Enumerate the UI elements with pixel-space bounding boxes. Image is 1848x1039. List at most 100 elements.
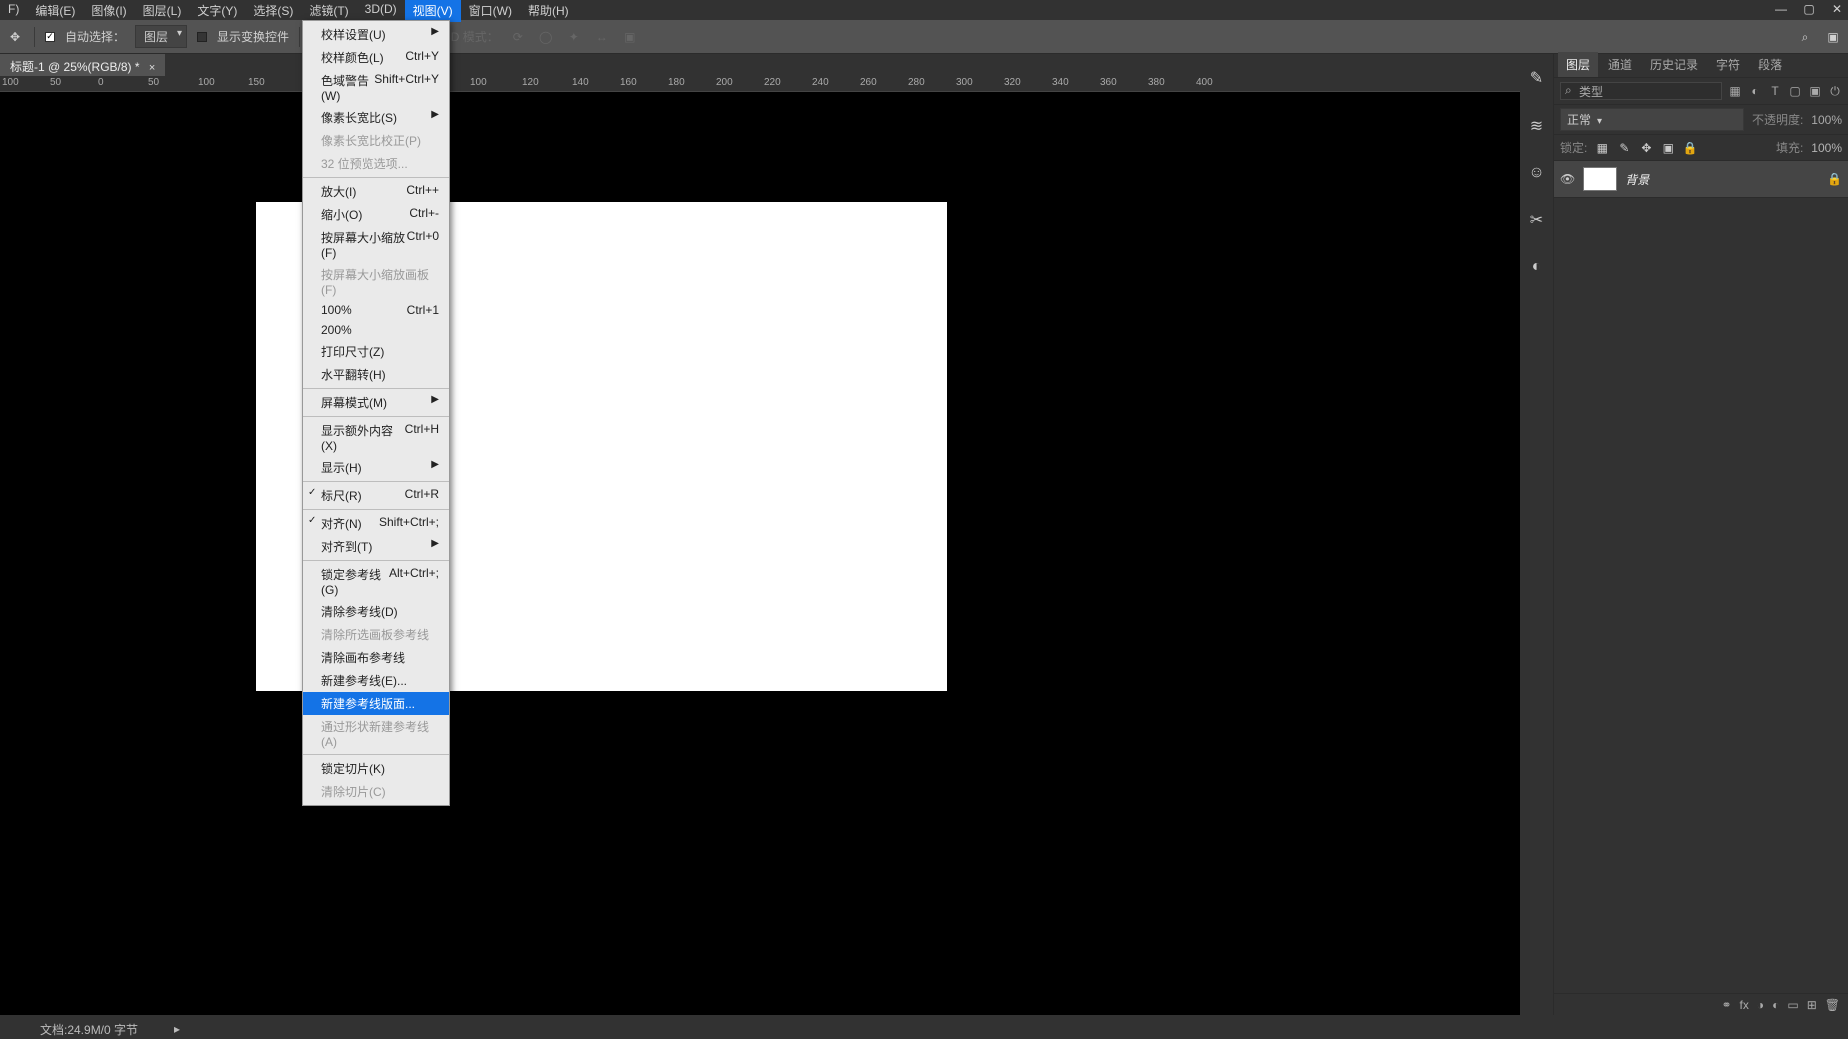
menu-item[interactable]: 色域警告(W)Shift+Ctrl+Y [303, 69, 449, 106]
menu-10[interactable]: 帮助(H) [520, 0, 577, 22]
panel-tab-4[interactable]: 段落 [1750, 52, 1790, 77]
menu-item[interactable]: 清除参考线(D) [303, 600, 449, 623]
ruler-tick: 180 [666, 77, 685, 88]
menu-item[interactable]: 打印尺寸(Z) [303, 340, 449, 363]
menu-1[interactable]: 编辑(E) [27, 0, 83, 22]
cloud-icon[interactable]: ◐ [1532, 258, 1542, 276]
ruler-horizontal: 1005005010015010012014016018020022024026… [0, 76, 1520, 92]
maximize-icon[interactable]: ▢ [1802, 2, 1816, 16]
menu-item[interactable]: 新建参考线版面... [303, 692, 449, 715]
fx-icon[interactable]: fx [1740, 998, 1749, 1012]
menu-item[interactable]: 对齐(N)✓Shift+Ctrl+; [303, 512, 449, 535]
menu-6[interactable]: 滤镜(T) [301, 0, 356, 22]
menu-item[interactable]: 100%Ctrl+1 [303, 300, 449, 320]
menu-7[interactable]: 3D(D) [357, 0, 405, 22]
filter-type-icon[interactable]: T [1768, 84, 1782, 98]
menu-item[interactable]: 校样颜色(L)Ctrl+Y [303, 46, 449, 69]
show-transform-checkbox[interactable] [197, 32, 207, 42]
ruler-tick: 360 [1098, 77, 1117, 88]
menu-3[interactable]: 图层(L) [135, 0, 190, 22]
visibility-icon[interactable]: 👁 [1560, 172, 1575, 186]
filter-pixel-icon[interactable]: ▦ [1728, 84, 1742, 98]
auto-select-checkbox[interactable]: ✓ [45, 32, 55, 42]
lock-all-icon[interactable]: 🔒 [1683, 141, 1697, 155]
menu-item[interactable]: 标尺(R)✓Ctrl+R [303, 484, 449, 507]
window-controls: — ▢ ✕ [1774, 2, 1844, 16]
roll-icon: ◯ [537, 28, 555, 46]
new-layer-icon[interactable]: ⊞ [1807, 998, 1817, 1012]
lock-pixels-icon[interactable]: ✎ [1617, 141, 1631, 155]
panel-tab-0[interactable]: 图层 [1558, 52, 1598, 77]
menu-item: 32 位预览选项... [303, 152, 449, 175]
menu-0[interactable]: F) [0, 0, 27, 22]
opacity-value[interactable]: 100% [1811, 113, 1842, 127]
libraries-icon[interactable]: ☺ [1528, 164, 1544, 182]
adjustment-icon[interactable]: ◐ [1772, 998, 1779, 1012]
panel-tab-1[interactable]: 通道 [1600, 52, 1640, 77]
ruler-tick: 140 [570, 77, 589, 88]
menu-item[interactable]: 新建参考线(E)... [303, 669, 449, 692]
menu-item[interactable]: 水平翻转(H) [303, 363, 449, 386]
menu-2[interactable]: 图像(I) [83, 0, 134, 22]
filter-toggle-icon[interactable]: ⏻ [1828, 84, 1842, 98]
ruler-tick: 380 [1146, 77, 1165, 88]
trash-icon[interactable]: 🗑 [1825, 998, 1840, 1012]
collapsed-panel-icons: ✎ ≋ ☺ ✂ ◐ [1520, 54, 1554, 1015]
menu-item[interactable]: 屏幕模式(M)▶ [303, 391, 449, 414]
mask-icon[interactable]: ◑ [1757, 998, 1764, 1012]
menu-9[interactable]: 窗口(W) [461, 0, 520, 22]
layer-thumbnail[interactable] [1583, 167, 1617, 191]
menu-item[interactable]: 显示额外内容(X)Ctrl+H [303, 419, 449, 456]
link-icon[interactable]: ⚭ [1721, 998, 1731, 1012]
menu-item[interactable]: 放大(I)Ctrl++ [303, 180, 449, 203]
group-icon[interactable]: ▭ [1787, 998, 1798, 1012]
filter-kind-dropdown[interactable]: 类型 [1560, 82, 1722, 100]
menu-item[interactable]: 显示(H)▶ [303, 456, 449, 479]
swatches-icon[interactable]: ≋ [1530, 116, 1543, 136]
menu-item[interactable]: 按屏幕大小缩放(F)Ctrl+0 [303, 226, 449, 263]
status-arrow-icon[interactable]: ▸ [174, 1022, 180, 1036]
menu-item[interactable]: 校样设置(U)▶ [303, 23, 449, 46]
menu-item[interactable]: 锁定切片(K) [303, 757, 449, 780]
menu-4[interactable]: 文字(Y) [189, 0, 245, 22]
filter-shape-icon[interactable]: ▢ [1788, 84, 1802, 98]
workspace-icon[interactable]: ▣ [1824, 28, 1842, 46]
lock-artboard-icon[interactable]: ▣ [1661, 141, 1675, 155]
filter-smart-icon[interactable]: ▣ [1808, 84, 1822, 98]
auto-select-dropdown[interactable]: 图层 [135, 25, 187, 48]
doc-tab[interactable]: 标题-1 @ 25%(RGB/8) * × [0, 54, 166, 76]
adjustments-icon[interactable]: ✂ [1530, 210, 1543, 230]
layer-item-background[interactable]: 👁 背景 🔒 [1554, 161, 1848, 198]
blend-mode-dropdown[interactable]: 正常 [1560, 108, 1744, 131]
panel-tab-2[interactable]: 历史记录 [1642, 52, 1706, 77]
move-tool-icon[interactable]: ✥ [6, 28, 24, 46]
orbit-icon: ⟳ [509, 28, 527, 46]
menu-5[interactable]: 选择(S) [245, 0, 301, 22]
close-tab-icon[interactable]: × [149, 62, 155, 74]
menu-8[interactable]: 视图(V) [405, 0, 461, 22]
status-info[interactable]: 文档:24.9M/0 字节 [40, 1021, 138, 1038]
menu-item[interactable]: 对齐到(T)▶ [303, 535, 449, 558]
panel-tabs: 图层通道历史记录字符段落 [1554, 54, 1848, 78]
menu-item[interactable]: 清除画布参考线 [303, 646, 449, 669]
ruler-tick: 50 [48, 77, 61, 88]
menu-item[interactable]: 锁定参考线(G)Alt+Ctrl+; [303, 563, 449, 600]
lock-icon[interactable]: 🔒 [1827, 172, 1842, 186]
ruler-tick: 160 [618, 77, 637, 88]
filter-adjust-icon[interactable]: ◐ [1748, 84, 1762, 98]
close-icon[interactable]: ✕ [1830, 2, 1844, 16]
minimize-icon[interactable]: — [1774, 2, 1788, 16]
ruler-tick: 300 [954, 77, 973, 88]
search-icon[interactable]: ⌕ [1796, 28, 1814, 46]
ruler-tick: 100 [0, 77, 19, 88]
menu-item[interactable]: 200% [303, 320, 449, 340]
menu-item[interactable]: 像素长宽比(S)▶ [303, 106, 449, 129]
lock-transparency-icon[interactable]: ▦ [1595, 141, 1609, 155]
menu-item[interactable]: 缩小(O)Ctrl+- [303, 203, 449, 226]
fill-value[interactable]: 100% [1811, 141, 1842, 155]
auto-select-label: 自动选择： [65, 28, 125, 45]
brush-icon[interactable]: ✎ [1530, 68, 1543, 88]
fill-label: 填充: [1776, 139, 1803, 156]
panel-tab-3[interactable]: 字符 [1708, 52, 1748, 77]
lock-position-icon[interactable]: ✥ [1639, 141, 1653, 155]
